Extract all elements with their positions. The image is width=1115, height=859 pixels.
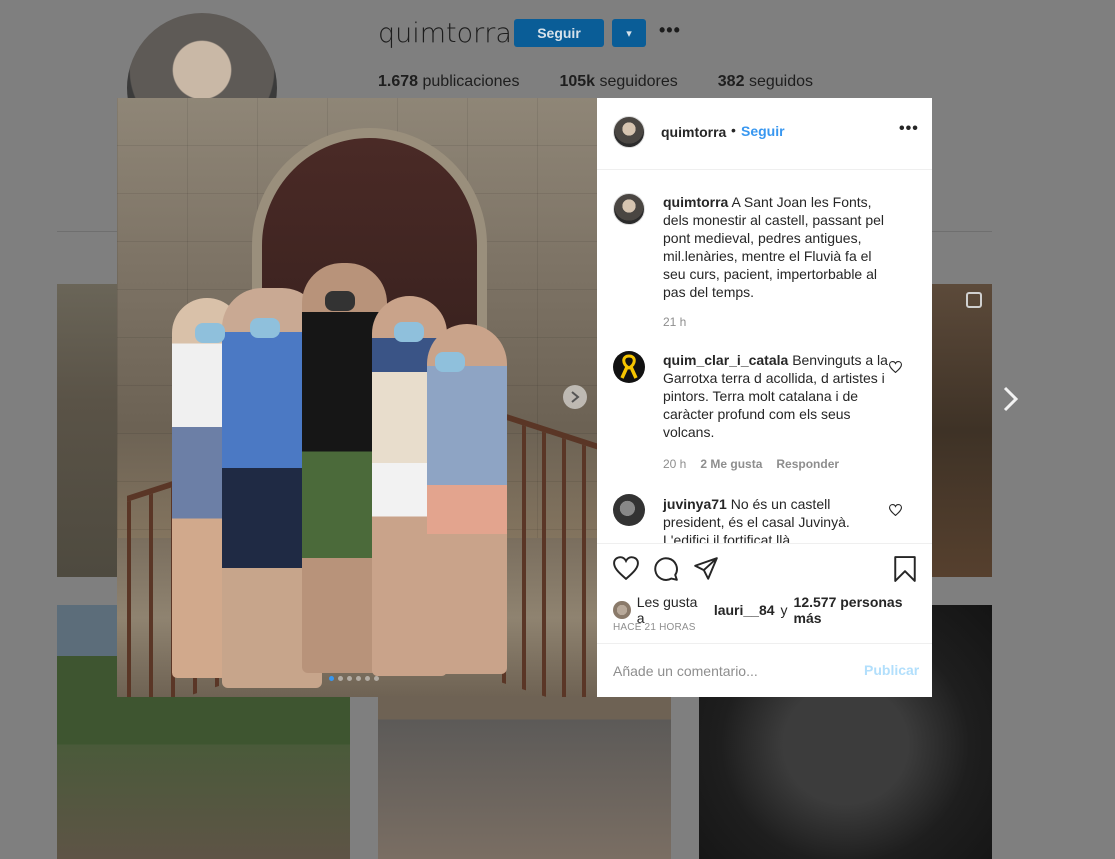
carousel-dot [338, 676, 343, 681]
liker-avatar [613, 601, 631, 619]
post-author-avatar[interactable] [613, 116, 645, 148]
comment-reply-button[interactable]: Responder [776, 457, 839, 471]
yellow-ribbon-icon [620, 354, 638, 379]
carousel-dot [356, 676, 361, 681]
photo-face-mask [394, 322, 424, 342]
post-photo[interactable] [117, 98, 597, 697]
photo-face-mask [250, 318, 280, 338]
comment-author-avatar[interactable] [613, 351, 645, 383]
post-timestamp[interactable]: HACE 21 HORAS [613, 622, 696, 633]
comment-author-avatar[interactable] [613, 494, 645, 526]
comment-input[interactable] [613, 660, 843, 682]
post-more-options-icon[interactable]: ••• [899, 120, 919, 138]
likes-conjunction: y [780, 602, 788, 618]
next-post-arrow-icon[interactable] [1001, 384, 1025, 414]
liker-username[interactable]: lauri__84 [714, 602, 775, 618]
photo-face-mask [325, 291, 355, 311]
likes-count[interactable]: 12.577 personas más [794, 594, 932, 626]
comment-bubble-icon[interactable] [653, 556, 679, 582]
caption-author-avatar[interactable] [613, 193, 645, 225]
caption-meta: 21 h [663, 315, 686, 329]
share-paper-plane-icon[interactable] [693, 556, 719, 582]
stat-followers[interactable]: 105k seguidores [559, 73, 677, 91]
comment-meta: 20 h 2 Me gusta Responder [663, 457, 839, 471]
profile-stats: 1.678 publicaciones 105k seguidores 382 … [378, 73, 813, 91]
grid-post-thumbnail[interactable] [57, 284, 117, 577]
post-author-username[interactable]: quimtorra [661, 124, 726, 140]
profile-follow-button[interactable]: Seguir [514, 19, 604, 47]
stat-following[interactable]: 382 seguidos [718, 73, 813, 91]
photo-person [427, 324, 507, 674]
stat-posts: 1.678 publicaciones [378, 73, 520, 90]
carousel-dot-active [329, 676, 334, 681]
carousel-next-icon[interactable] [563, 385, 587, 409]
like-heart-icon[interactable] [613, 556, 639, 582]
add-comment-bar: Publicar [597, 643, 932, 697]
carousel-dots [329, 676, 379, 681]
photo-face-mask [435, 352, 465, 372]
carousel-dot [374, 676, 379, 681]
comment-username[interactable]: quim_clar_i_catala [663, 352, 788, 368]
profile-username: quimtorra [378, 18, 512, 49]
post-follow-button[interactable]: Seguir [741, 123, 785, 139]
profile-suggestions-dropdown-button[interactable]: ▾ [612, 19, 646, 47]
comment-username[interactable]: juvinya71 [663, 496, 727, 512]
photo-railing-right [502, 412, 597, 697]
photo-face-mask [195, 323, 225, 343]
profile-more-options-icon[interactable]: ••• [659, 20, 681, 41]
caption-time[interactable]: 21 h [663, 315, 686, 329]
comment-item: juvinya71 No és un castell president, és… [663, 495, 893, 543]
comment-like-heart-icon[interactable] [888, 503, 903, 517]
caption-username[interactable]: quimtorra [663, 194, 728, 210]
post-header: quimtorra • Seguir ••• [597, 98, 932, 170]
post-actions: Les gusta a lauri__84 y 12.577 personas … [597, 543, 932, 643]
grid-post-thumbnail[interactable] [932, 284, 992, 577]
post-caption: quimtorra A Sant Joan les Fonts, dels mo… [663, 193, 893, 301]
publish-comment-button[interactable]: Publicar [864, 662, 919, 678]
comment-time[interactable]: 20 h [663, 457, 686, 471]
carousel-multi-icon [966, 292, 982, 308]
header-separator: • [731, 122, 736, 138]
carousel-dot [365, 676, 370, 681]
save-bookmark-icon[interactable] [893, 556, 919, 582]
carousel-dot [347, 676, 352, 681]
comment-likes-count[interactable]: 2 Me gusta [700, 457, 762, 471]
post-detail-panel: quimtorra • Seguir ••• quimtorra A Sant … [597, 98, 932, 697]
comment-like-heart-icon[interactable] [888, 360, 903, 374]
comments-list[interactable]: quimtorra A Sant Joan les Fonts, dels mo… [597, 171, 932, 543]
comment-item: quim_clar_i_catala Benvinguts a la Garro… [663, 351, 893, 441]
